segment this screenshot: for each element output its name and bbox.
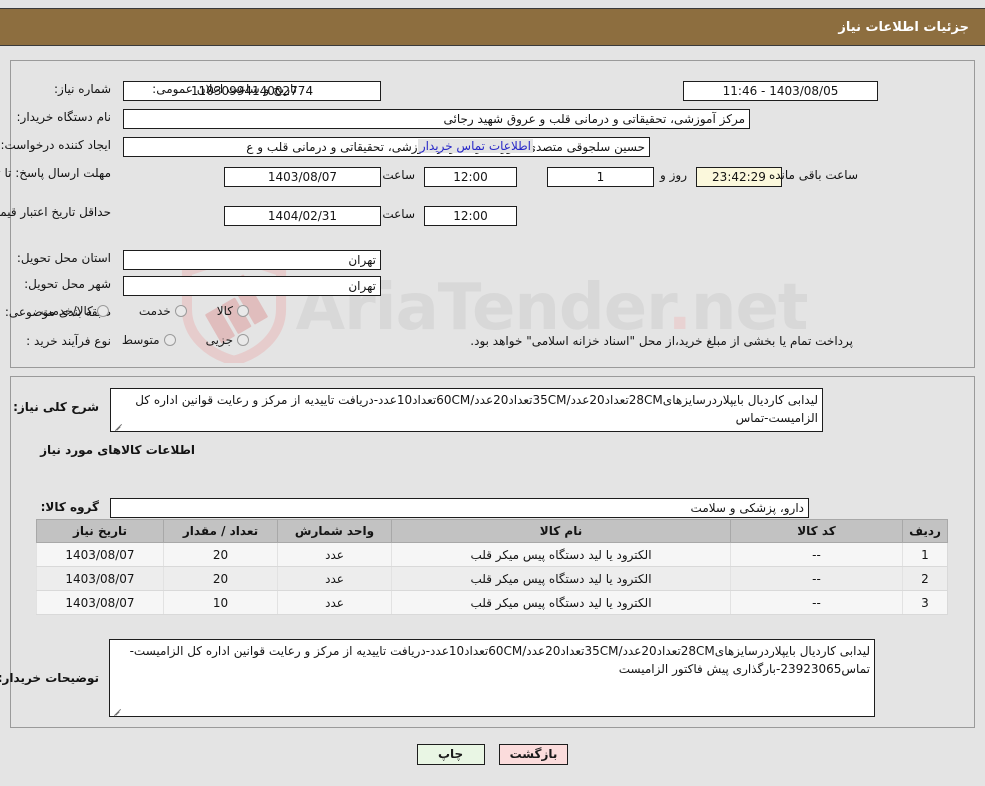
payment-note: پرداخت تمام یا بخشی از مبلغ خرید،از محل … (470, 334, 853, 348)
radio-icon[interactable] (163, 334, 176, 346)
cell-need-date: 1403/08/07 (36, 566, 164, 591)
col-unit: واحد شمارش (277, 519, 392, 543)
group-value: دارو، پزشکی و سلامت (110, 498, 809, 518)
buyer-notes-textarea[interactable]: لیدابی کاردیال بایپلاردرسایزهای28CMتعداد… (109, 639, 875, 717)
remaining-days-label: روز و (660, 168, 687, 182)
creator-value: حسین سلجوقی متصدی امور دفتری مرکز آموزشی… (123, 137, 650, 157)
price-validity-time: 12:00 (424, 206, 517, 226)
items-table-body: 1 -- الکترود یا لید دستگاه پیس میکر قلب … (36, 542, 948, 615)
table-row: 1 -- الکترود یا لید دستگاه پیس میکر قلب … (36, 542, 948, 567)
cell-unit: عدد (277, 542, 392, 567)
city-label: شهر محل تحویل: (24, 277, 111, 291)
page-header-bar: جزئیات اطلاعات نیاز (0, 8, 985, 46)
cell-code: -- (730, 566, 903, 591)
table-row: 2 -- الکترود یا لید دستگاه پیس میکر قلب … (36, 566, 948, 591)
province-label: استان محل تحویل: (16, 251, 111, 265)
radio-icon[interactable] (96, 305, 109, 317)
col-need-date: تاریخ نیاز (36, 519, 164, 543)
cell-code: -- (730, 590, 903, 615)
announce-datetime-value: 1403/08/05 - 11:46 (683, 81, 878, 101)
category-option-kala[interactable]: کالا (217, 304, 249, 318)
process-option-jozii[interactable]: جزیی (206, 333, 249, 347)
remaining-countdown-label: ساعت باقی مانده (768, 168, 858, 182)
buyer-org-value: مرکز آموزشی، تحقیقاتی و درمانی قلب و عرو… (123, 109, 750, 129)
table-header-row: ردیف کد کالا نام کالا واحد شمارش تعداد /… (36, 519, 948, 543)
province-value: تهران (123, 250, 381, 270)
cell-name: الکترود یا لید دستگاه پیس میکر قلب (391, 542, 731, 567)
cell-quantity: 10 (163, 590, 278, 615)
radio-icon[interactable] (237, 305, 249, 317)
reply-deadline-date: 1403/08/07 (224, 167, 381, 187)
cell-name: الکترود یا لید دستگاه پیس میکر قلب (391, 590, 731, 615)
cell-index: 3 (902, 590, 948, 615)
cell-index: 1 (902, 542, 948, 567)
radio-icon[interactable] (237, 334, 249, 346)
resize-handle-icon[interactable] (112, 705, 122, 715)
col-code: کد کالا (730, 519, 903, 543)
need-number-label: شماره نیاز: (54, 82, 111, 96)
cell-unit: عدد (277, 590, 392, 615)
cell-need-date: 1403/08/07 (36, 542, 164, 567)
announce-datetime-label: تاریخ و ساعت اعلان عمومی: (152, 82, 297, 96)
reply-deadline-label: مهلت ارسال پاسخ: تا تاریخ: (0, 166, 111, 180)
creator-label: ایجاد کننده درخواست: (0, 138, 111, 152)
price-validity-label: حداقل تاریخ اعتبار قیمت: تا تاریخ: (0, 205, 111, 219)
col-name: نام کالا (391, 519, 731, 543)
items-section-heading: اطلاعات کالاهای مورد نیاز (40, 443, 195, 457)
remaining-days-value: 1 (547, 167, 654, 187)
page-title: جزئیات اطلاعات نیاز (838, 19, 969, 35)
process-type-radio-group: جزیی متوسط (96, 333, 249, 347)
items-table-wrapper: ردیف کد کالا نام کالا واحد شمارش تعداد /… (36, 519, 948, 615)
cell-code: -- (730, 542, 903, 567)
items-table: ردیف کد کالا نام کالا واحد شمارش تعداد /… (36, 519, 948, 615)
col-index: ردیف (902, 519, 948, 543)
cell-unit: عدد (277, 566, 392, 591)
buyer-org-label: نام دستگاه خریدار: (16, 110, 112, 124)
need-summary-textarea[interactable]: لیدابی کاردیال بایپلاردرسایزهای28CMتعداد… (110, 388, 823, 432)
buyer-notes-label: توضیحات خریدار: (0, 671, 99, 685)
category-option-khedmat[interactable]: خدمت (139, 304, 187, 318)
table-row: 3 -- الکترود یا لید دستگاه پیس میکر قلب … (36, 590, 948, 615)
price-validity-date: 1404/02/31 (224, 206, 381, 226)
group-label: گروه کالا: (40, 500, 99, 514)
cell-quantity: 20 (163, 566, 278, 591)
resize-handle-icon[interactable] (113, 420, 123, 430)
need-summary-label: شرح کلی نیاز: (13, 400, 99, 414)
cell-need-date: 1403/08/07 (36, 590, 164, 615)
price-validity-hour-label: ساعت (382, 207, 415, 221)
buyer-contact-link[interactable]: اطلاعات تماس خریدار (417, 139, 533, 153)
category-radio-group: کالا خدمت کالا/خدمت (15, 304, 249, 318)
radio-icon[interactable] (174, 305, 187, 317)
cell-quantity: 20 (163, 542, 278, 567)
reply-deadline-time: 12:00 (424, 167, 517, 187)
print-button[interactable]: چاپ (416, 744, 485, 765)
col-quantity: تعداد / مقدار (163, 519, 278, 543)
process-option-motevaset[interactable]: متوسط (122, 333, 176, 347)
category-option-kala-khedmat[interactable]: کالا/خدمت (41, 304, 109, 318)
cell-name: الکترود یا لید دستگاه پیس میکر قلب (391, 566, 731, 591)
footer-button-bar: بازگشت چاپ (0, 744, 985, 765)
city-value: تهران (123, 276, 381, 296)
cell-index: 2 (902, 566, 948, 591)
back-button[interactable]: بازگشت (498, 744, 569, 765)
reply-deadline-hour-label: ساعت (382, 168, 415, 182)
